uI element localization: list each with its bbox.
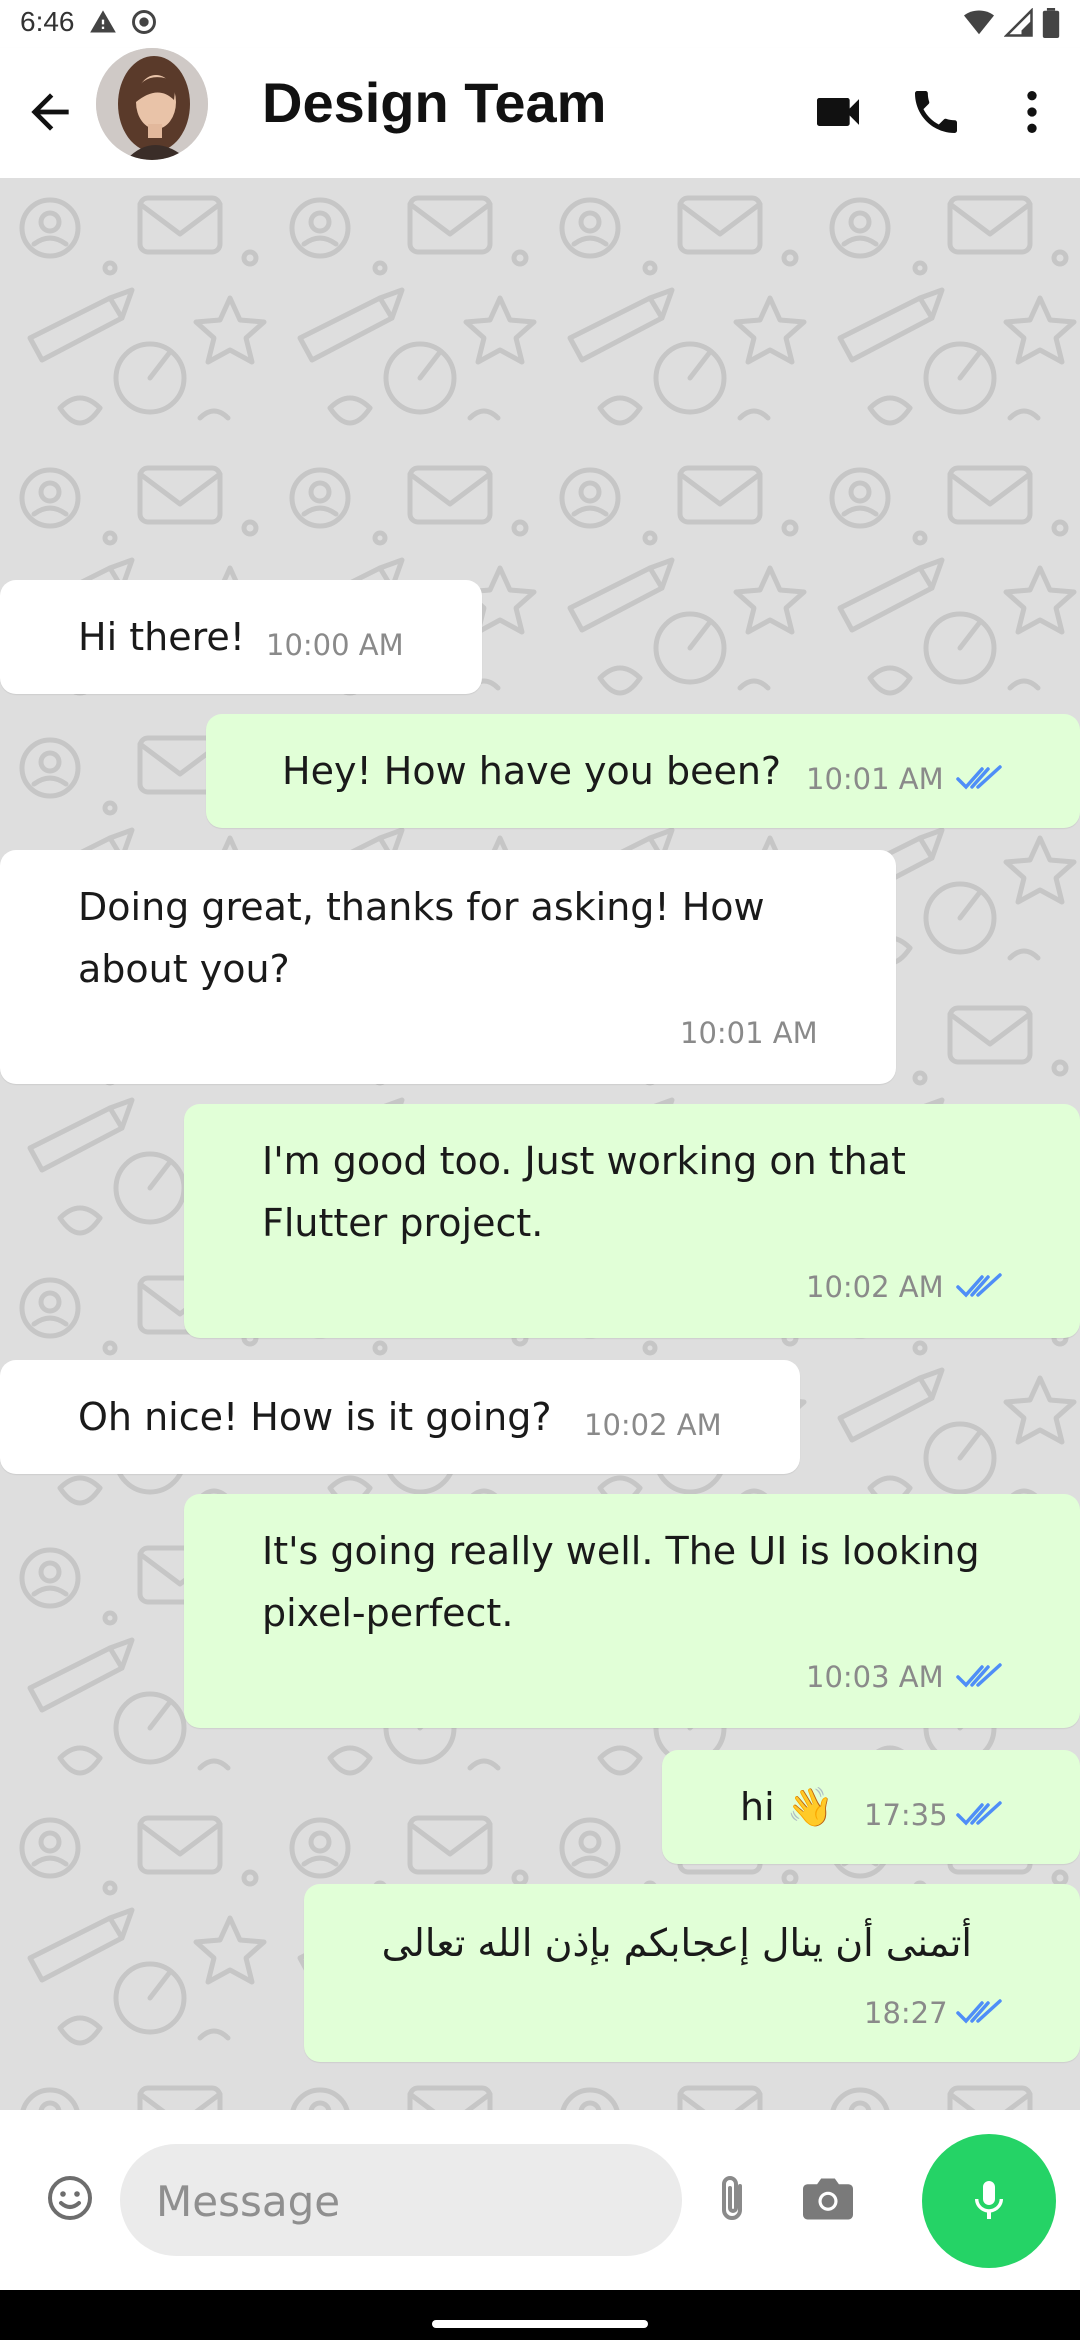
message-text: Oh nice! How is it going? <box>78 1395 552 1439</box>
read-ticks-icon <box>956 1999 1002 2024</box>
message-text-line: pixel-perfect. <box>262 1591 514 1635</box>
message-time: 10:02 AM <box>806 1270 944 1304</box>
message-bubble-outgoing[interactable]: I'm good too. Just working on that Flutt… <box>184 1104 1080 1338</box>
sync-icon <box>132 10 156 34</box>
message-text-line: Flutter project. <box>262 1201 544 1245</box>
message-text: أتمنى أن ينال إعجابكم بإذن الله تعالى <box>381 1921 972 1965</box>
message-time: 17:35 <box>864 1798 948 1832</box>
composer-bar <box>0 2110 1080 2290</box>
message-time: 10:00 AM <box>266 628 404 662</box>
message-time: 10:02 AM <box>584 1408 722 1442</box>
message-text: hi 👋 <box>740 1785 835 1829</box>
phone-icon[interactable] <box>908 84 964 140</box>
message-input[interactable] <box>154 2144 578 2258</box>
status-bar: 6:46 <box>0 0 1080 48</box>
read-ticks-icon <box>956 765 1002 790</box>
more-vert-icon[interactable] <box>1004 84 1060 140</box>
message-bubble-outgoing[interactable]: hi 👋 17:35 <box>662 1750 1080 1864</box>
message-time: 10:03 AM <box>806 1660 944 1694</box>
status-time: 6:46 <box>20 6 75 37</box>
message-bubble-outgoing[interactable]: أتمنى أن ينال إعجابكم بإذن الله تعالى 18… <box>304 1884 1080 2062</box>
home-gesture-handle[interactable] <box>432 2320 648 2328</box>
avatar[interactable] <box>96 48 208 160</box>
message-box[interactable] <box>120 2144 682 2258</box>
attach-icon[interactable] <box>708 2172 756 2228</box>
message-bubble-outgoing[interactable]: Hey! How have you been? 10:01 AM <box>206 714 1080 828</box>
message-text-line: about you? <box>78 947 290 991</box>
app-bar: Design Team <box>0 48 1080 178</box>
message-bubble-incoming[interactable]: Hi there! 10:00 AM <box>0 580 482 694</box>
read-ticks-icon <box>956 1663 1002 1688</box>
message-text: Hey! How have you been? <box>282 749 782 793</box>
read-ticks-icon <box>956 1273 1002 1298</box>
wifi-icon <box>964 10 994 35</box>
message-bubble-incoming[interactable]: Doing great, thanks for asking! How abou… <box>0 850 896 1084</box>
emoji-icon[interactable] <box>46 2174 94 2222</box>
arrow-back-icon[interactable] <box>22 84 78 140</box>
mic-button[interactable] <box>922 2134 1056 2268</box>
chat-area[interactable]: Hi there! 10:00 AM Hey! How have you bee… <box>0 178 1080 2110</box>
message-time: 18:27 <box>864 1996 948 2030</box>
camera-icon[interactable] <box>800 2174 856 2224</box>
message-text-line: Doing great, thanks for asking! How <box>78 885 765 929</box>
read-ticks-icon <box>956 1801 1002 1826</box>
battery-icon <box>1042 8 1060 38</box>
videocam-icon[interactable] <box>810 84 866 140</box>
message-time: 10:01 AM <box>806 762 944 796</box>
mic-icon <box>975 2181 1003 2219</box>
message-time: 10:01 AM <box>680 1016 818 1050</box>
message-text-line: I'm good too. Just working on that <box>262 1139 906 1183</box>
message-text: Hi there! <box>78 615 245 659</box>
message-bubble-outgoing[interactable]: It's going really well. The UI is lookin… <box>184 1494 1080 1728</box>
message-bubble-incoming[interactable]: Oh nice! How is it going? 10:02 AM <box>0 1360 800 1474</box>
chat-title[interactable]: Design Team <box>262 70 606 135</box>
signal-icon <box>1004 8 1033 37</box>
message-text-line: It's going really well. The UI is lookin… <box>262 1529 980 1573</box>
system-nav-bar <box>0 2290 1080 2340</box>
alert-icon <box>90 10 116 33</box>
